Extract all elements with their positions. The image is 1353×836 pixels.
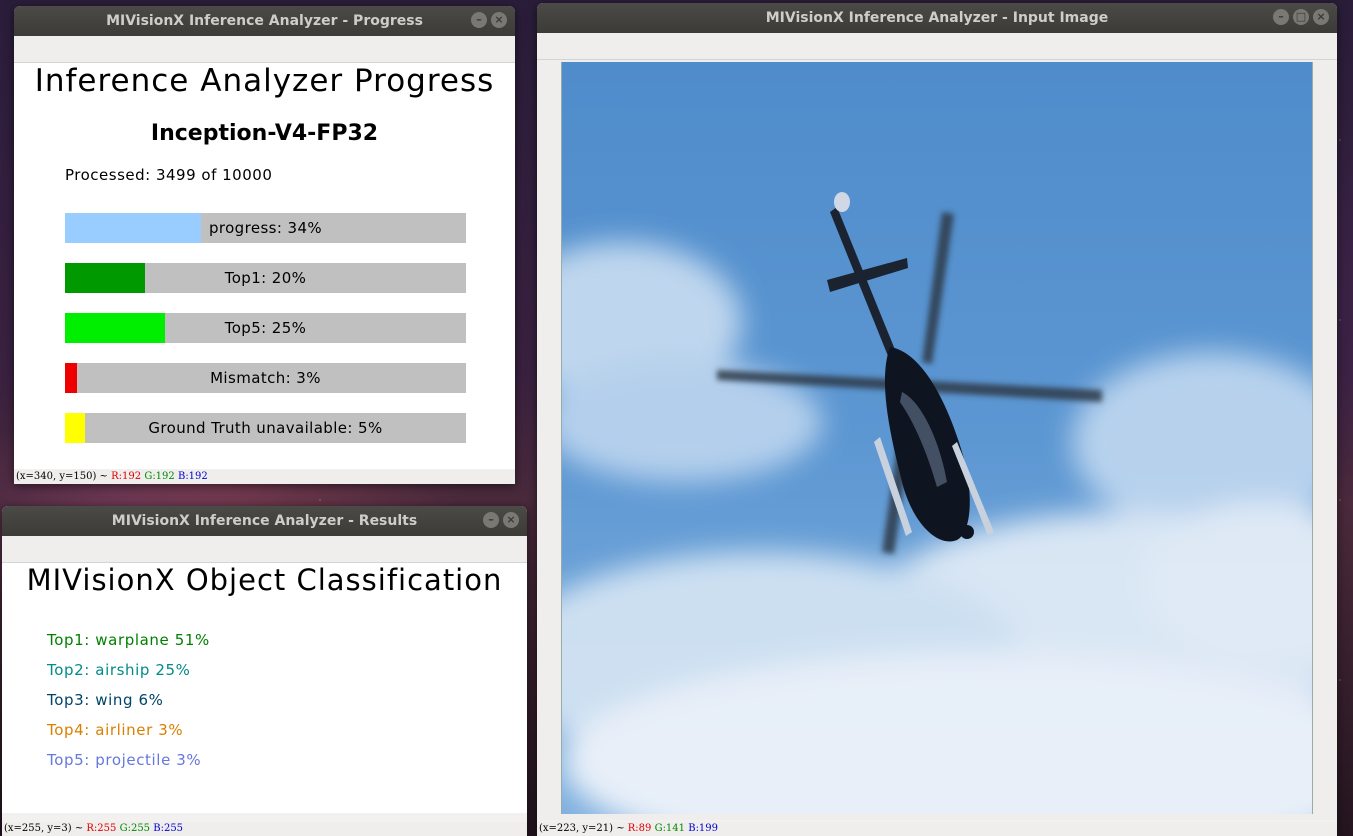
pixel-blue: B:255: [153, 823, 184, 834]
statusbar: (x=255, y=3) ~ R:255 G:255 B:255: [2, 822, 527, 836]
mismatch-bar: Mismatch: 3%: [65, 363, 466, 393]
cursor-coords: (x=255, y=3) ~: [4, 823, 84, 834]
statusbar: (x=223, y=21) ~ R:89 G:141 B:199: [537, 822, 1337, 836]
result-top1: Top1: warplane 51%: [47, 631, 210, 649]
pixel-blue: B:192: [177, 471, 208, 482]
maximize-icon[interactable]: □: [1293, 9, 1309, 25]
results-window: MIVisionX Inference Analyzer - Results –…: [2, 506, 527, 836]
model-name: Inception-V4-FP32: [150, 121, 379, 146]
input-canvas: [537, 60, 1337, 820]
toolbar: [537, 33, 1337, 60]
results-canvas: MIVisionX Object Classification Top1: wa…: [2, 563, 527, 813]
cursor-coords: (x=223, y=21) ~: [539, 823, 625, 834]
input-titlebar[interactable]: MIVisionX Inference Analyzer - Input Ima…: [537, 3, 1337, 33]
top1-bar: Top1: 20%: [65, 263, 466, 293]
result-top5: Top5: projectile 3%: [47, 751, 202, 769]
pixel-green: G:255: [119, 823, 151, 834]
classification-heading: MIVisionX Object Classification: [26, 563, 503, 597]
pixel-red: R:89: [627, 823, 652, 834]
progress-window: MIVisionX Inference Analyzer - Progress …: [14, 6, 515, 484]
pixel-green: G:141: [654, 823, 686, 834]
pixel-blue: B:199: [688, 823, 719, 834]
helicopter-image: [562, 62, 1312, 814]
progress-canvas: Inference Analyzer Progress Inception-V4…: [14, 63, 515, 469]
window-title: MIVisionX Inference Analyzer - Input Ima…: [765, 10, 1109, 26]
toolbar: [14, 36, 515, 63]
pixel-red: R:192: [111, 471, 142, 482]
ground-truth-bar: Ground Truth unavailable: 5%: [65, 413, 466, 443]
close-icon[interactable]: ×: [503, 512, 519, 528]
minimize-icon[interactable]: –: [483, 512, 499, 528]
minimize-icon[interactable]: –: [1273, 9, 1289, 25]
window-title: MIVisionX Inference Analyzer - Results: [111, 513, 418, 529]
input-image: [561, 62, 1313, 814]
statusbar: (x=340, y=150) ~ R:192 G:192 B:192: [14, 470, 515, 484]
mismatch-bar-label: Mismatch: 3%: [210, 369, 321, 387]
cursor-coords: (x=340, y=150) ~: [16, 471, 108, 482]
result-top2: Top2: airship 25%: [47, 661, 191, 679]
result-top3: Top3: wing 6%: [47, 691, 164, 709]
pixel-green: G:192: [144, 471, 175, 482]
close-icon[interactable]: ×: [491, 12, 507, 28]
results-titlebar[interactable]: MIVisionX Inference Analyzer - Results –…: [2, 506, 527, 536]
top1-bar-label: Top1: 20%: [224, 269, 307, 287]
window-title: MIVisionX Inference Analyzer - Progress: [106, 13, 423, 29]
page-title: Inference Analyzer Progress: [34, 63, 495, 99]
processed-count: Processed: 3499 of 10000: [65, 166, 273, 184]
progress-bar-label: progress: 34%: [208, 219, 323, 237]
progress-bar: progress: 34%: [65, 213, 466, 243]
input-image-window: MIVisionX Inference Analyzer - Input Ima…: [537, 3, 1337, 836]
top5-bar-label: Top5: 25%: [224, 319, 307, 337]
progress-titlebar[interactable]: MIVisionX Inference Analyzer - Progress …: [14, 6, 515, 36]
pixel-red: R:255: [86, 823, 117, 834]
top5-bar: Top5: 25%: [65, 313, 466, 343]
result-top4: Top4: airliner 3%: [47, 721, 184, 739]
close-icon[interactable]: ×: [1313, 9, 1329, 25]
toolbar: [2, 536, 527, 563]
ground-truth-bar-label: Ground Truth unavailable: 5%: [148, 419, 383, 437]
minimize-icon[interactable]: –: [471, 12, 487, 28]
